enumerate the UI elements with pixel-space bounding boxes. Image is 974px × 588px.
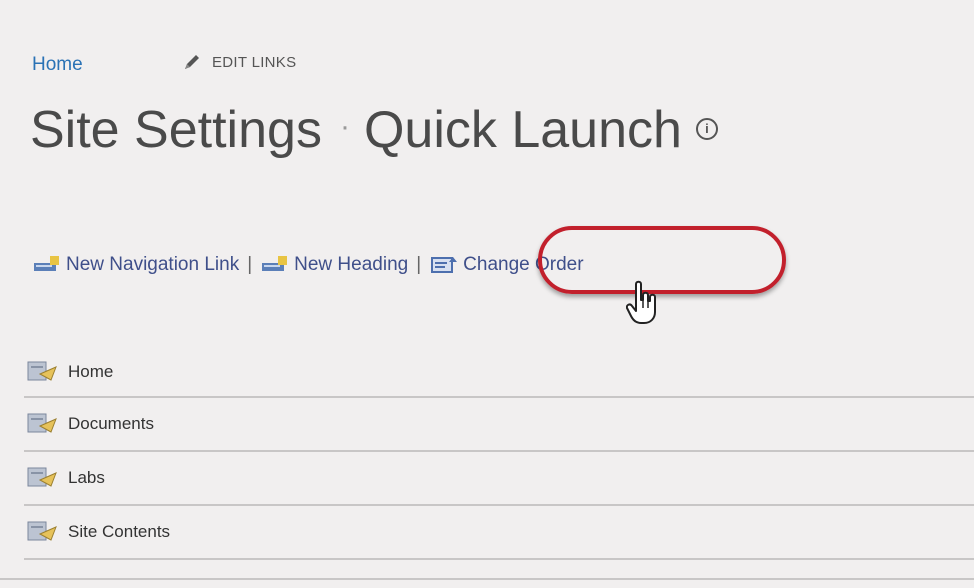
page-title: Site Settings · Quick Launch i (30, 100, 718, 160)
change-order-icon (431, 257, 458, 273)
title-separator: · (339, 110, 350, 144)
quick-launch-list: Home Documents Labs Site Contents (24, 348, 974, 560)
nav-item-labs[interactable]: Labs (24, 452, 974, 506)
page-title-main: Site Settings (30, 101, 322, 159)
new-heading-button[interactable]: New Heading (294, 254, 408, 276)
nav-item-site-contents[interactable]: Site Contents (24, 506, 974, 560)
bottom-divider (0, 578, 974, 580)
top-nav: Home (32, 52, 83, 78)
toolbar-separator: | (416, 254, 422, 275)
nav-item-home[interactable]: Home (24, 348, 974, 398)
nav-item-label: Documents (68, 414, 154, 433)
info-icon[interactable]: i (695, 118, 718, 141)
home-link[interactable]: Home (32, 54, 83, 76)
new-link-icon (34, 256, 59, 271)
nav-item-label: Site Contents (68, 522, 171, 541)
hand-cursor-icon (626, 280, 656, 324)
page-icon (27, 413, 57, 433)
page-icon (27, 521, 57, 541)
toolbar: New Navigation Link | New Heading | Chan… (32, 254, 584, 276)
new-heading-icon (262, 256, 288, 271)
page-title-sub: Quick Launch (363, 101, 682, 159)
toolbar-separator: | (247, 254, 253, 275)
edit-links-label: EDIT LINKS (212, 53, 297, 71)
page-icon (27, 361, 57, 381)
nav-item-documents[interactable]: Documents (24, 398, 974, 452)
page-icon (27, 467, 57, 487)
new-navigation-link-button[interactable]: New Navigation Link (66, 254, 239, 276)
nav-item-label: Labs (68, 468, 105, 487)
highlight-oval (538, 226, 786, 294)
edit-links-button[interactable]: EDIT LINKS (182, 52, 296, 72)
nav-item-label: Home (68, 362, 114, 381)
pencil-icon (185, 55, 199, 69)
